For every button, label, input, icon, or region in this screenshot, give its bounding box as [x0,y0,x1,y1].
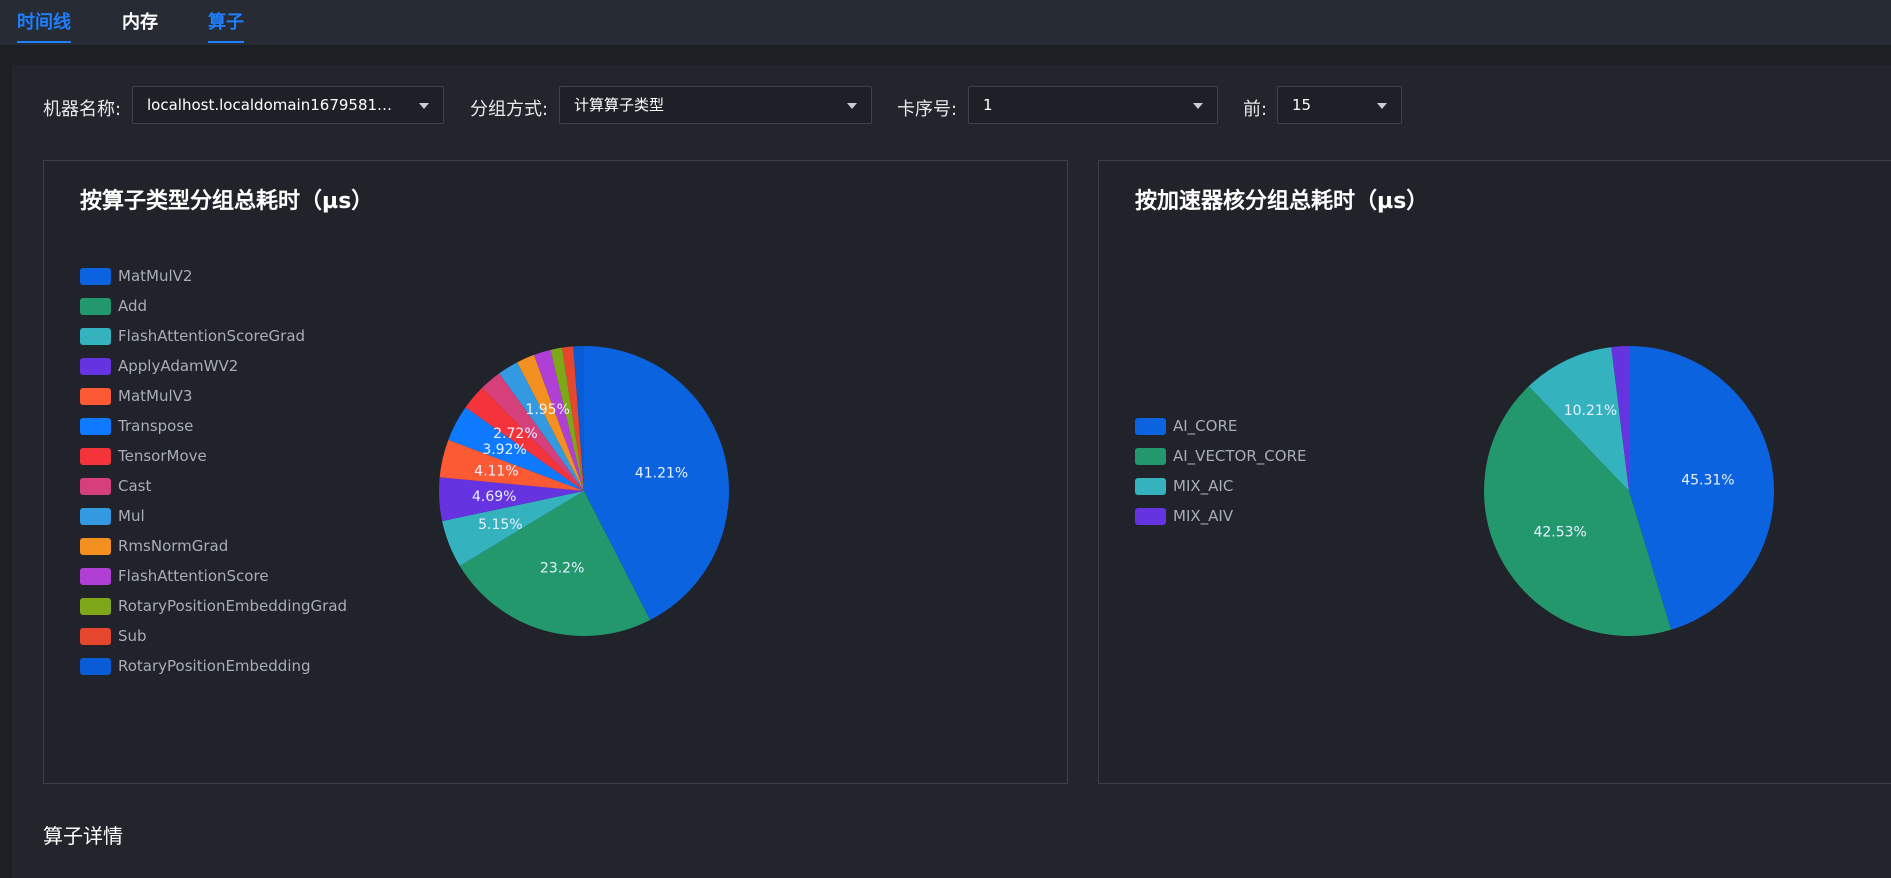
accelerator-core-pie-chart: 45.31% 42.53% 10.21% [1484,346,1774,636]
top-tab-bar: 时间线 内存 算子 [0,0,1891,45]
legend-item-flashattentionscoregrad[interactable]: FlashAttentionScoreGrad [80,321,347,351]
legend-label: AI_VECTOR_CORE [1173,447,1307,465]
pie-data-label: 1.95% [525,402,569,418]
legend-item-ai-vector-core[interactable]: AI_VECTOR_CORE [1135,441,1306,471]
top-n-label: 前: [1243,99,1268,120]
legend-item-applyadamwv2[interactable]: ApplyAdamWV2 [80,351,347,381]
legend-item-rotarypositionembedding[interactable]: RotaryPositionEmbedding [80,651,347,681]
machine-name-select[interactable]: localhost.localdomain1679581769... [132,86,444,124]
pie-data-label: 3.92% [482,442,526,458]
legend-label: MatMulV3 [118,387,193,405]
legend-item-ai-core[interactable]: AI_CORE [1135,411,1306,441]
legend-label: TensorMove [118,447,207,465]
pie-data-label: 10.21% [1564,403,1617,419]
legend-swatch [80,387,111,405]
legend-item-cast[interactable]: Cast [80,471,347,501]
legend-label: Sub [118,627,147,645]
operator-type-chart-title: 按算子类型分组总耗时（µs） [80,189,374,214]
operator-type-chart-panel: 按算子类型分组总耗时（µs） MatMulV2 Add FlashAttention… [43,160,1068,784]
legend-swatch [1135,507,1166,525]
legend-label: RotaryPositionEmbedding [118,657,311,675]
legend-swatch [80,327,111,345]
legend-swatch [80,627,111,645]
legend-label: Cast [118,477,152,495]
legend-swatch [80,597,111,615]
legend-item-mix-aiv[interactable]: MIX_AIV [1135,501,1306,531]
pie-data-label: 4.69% [472,489,516,505]
legend-swatch [80,447,111,465]
accelerator-core-legend: AI_CORE AI_VECTOR_CORE MIX_AIC MIX_AIV [1135,411,1306,531]
tab-operator[interactable]: 算子 [208,8,244,43]
legend-item-matmulv3[interactable]: MatMulV3 [80,381,347,411]
legend-label: MIX_AIV [1173,507,1234,525]
group-by-select[interactable]: 计算算子类型 [559,86,872,124]
legend-label: AI_CORE [1173,417,1238,435]
top-n-select[interactable]: 15 [1277,86,1402,124]
legend-swatch [80,507,111,525]
legend-label: FlashAttentionScore [118,567,269,585]
chevron-down-icon [1377,103,1387,109]
machine-name-label: 机器名称: [43,99,122,120]
legend-swatch [80,657,111,675]
legend-label: FlashAttentionScoreGrad [118,327,306,345]
card-index-select[interactable]: 1 [968,86,1218,124]
legend-label: Mul [118,507,145,525]
top-n-value: 15 [1292,96,1312,114]
tab-timeline[interactable]: 时间线 [17,8,71,43]
legend-swatch [1135,417,1166,435]
machine-name-value: localhost.localdomain1679581769... [147,96,393,114]
operator-type-legend: MatMulV2 Add FlashAttentionScoreGrad ApplyA… [80,261,347,681]
legend-swatch [80,417,111,435]
legend-swatch [80,297,111,315]
legend-item-add[interactable]: Add [80,291,347,321]
legend-item-mul[interactable]: Mul [80,501,347,531]
legend-label: RmsNormGrad [118,537,229,555]
pie-data-label: 42.53% [1533,524,1586,540]
accelerator-core-chart-panel: 按加速器核分组总耗时（µs） AI_CORE AI_VECTOR_CORE MIX_… [1098,160,1891,784]
legend-label: Transpose [118,417,194,435]
chevron-down-icon [1193,103,1203,109]
pie-data-label: 5.15% [478,517,522,533]
legend-swatch [80,357,111,375]
legend-swatch [80,267,111,285]
legend-label: Add [118,297,148,315]
legend-item-mix-aic[interactable]: MIX_AIC [1135,471,1306,501]
legend-item-flashattentionscore[interactable]: FlashAttentionScore [80,561,347,591]
card-index-label: 卡序号: [897,99,958,120]
legend-label: ApplyAdamWV2 [118,357,239,375]
legend-swatch [80,477,111,495]
legend-item-rotarypositionembeddinggrad[interactable]: RotaryPositionEmbeddingGrad [80,591,347,621]
legend-swatch [80,537,111,555]
card-index-value: 1 [983,96,993,114]
legend-label: RotaryPositionEmbeddingGrad [118,597,348,615]
group-by-label: 分组方式: [470,99,549,120]
legend-item-tensormove[interactable]: TensorMove [80,441,347,471]
legend-item-transpose[interactable]: Transpose [80,411,347,441]
accelerator-core-chart-title: 按加速器核分组总耗时（µs） [1135,189,1429,214]
legend-item-rmsnormgrad[interactable]: RmsNormGrad [80,531,347,561]
operator-details-title: 算子详情 [43,824,123,848]
legend-swatch [1135,477,1166,495]
operator-type-pie-chart: 41.21% 23.2% 5.15% 4.69% 4.11% 3.92%2.72% 1.95… [439,346,729,636]
chevron-down-icon [419,103,429,109]
pie-data-label: 45.31% [1681,472,1734,488]
legend-label: MIX_AIC [1173,477,1234,495]
legend-item-sub[interactable]: Sub [80,621,347,651]
legend-swatch [1135,447,1166,465]
tab-memory[interactable]: 内存 [122,8,158,41]
legend-swatch [80,567,111,585]
group-by-value: 计算算子类型 [574,96,665,114]
pie-data-label: 2.72% [493,426,537,442]
legend-item-matmulv2[interactable]: MatMulV2 [80,261,347,291]
pie-data-label: 41.21% [635,465,688,481]
legend-label: MatMulV2 [118,267,193,285]
chevron-down-icon [847,103,857,109]
pie-data-label: 4.11% [474,464,518,480]
pie-data-label: 23.2% [540,561,584,577]
